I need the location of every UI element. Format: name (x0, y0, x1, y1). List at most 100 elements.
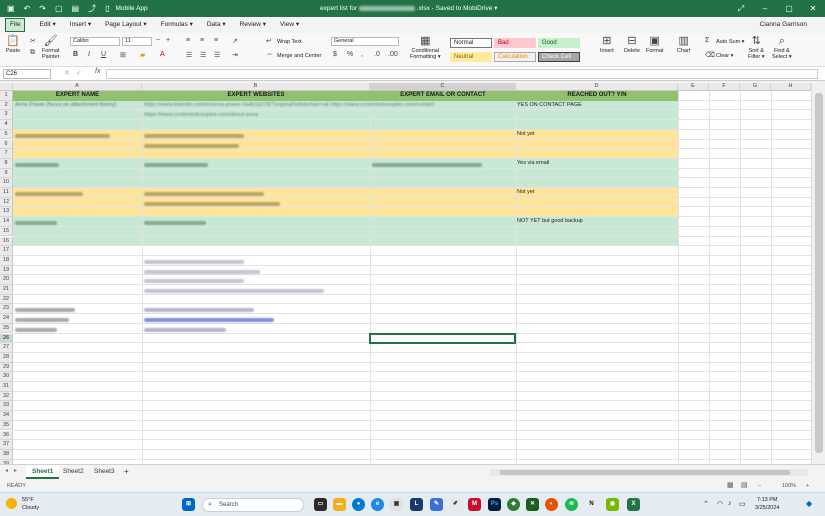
align-bottom-icon[interactable]: ≡ (214, 37, 218, 44)
l-app-icon[interactable]: L (410, 498, 423, 511)
increase-decimal-icon[interactable]: .0 (374, 51, 380, 58)
row-header-17[interactable]: 17 (0, 246, 13, 256)
row-header-24[interactable]: 24 (0, 314, 13, 324)
fill-color-icon[interactable]: ▰ (140, 51, 145, 59)
pen-app-icon[interactable]: ✎ (430, 498, 443, 511)
undo-icon[interactable]: ↶ (24, 0, 31, 17)
menu-insert[interactable]: Insert ▾ (70, 17, 91, 33)
redacted-cell-b19[interactable] (144, 270, 260, 274)
style-check-cell[interactable]: Check Cell (538, 52, 580, 62)
redacted-cell-b8[interactable] (144, 163, 208, 167)
cell-b2[interactable]: https://www.linkedin.com/in/anna-power-0… (144, 101, 502, 111)
row-header-28[interactable]: 28 (0, 352, 13, 363)
redacted-cell-b23[interactable] (144, 308, 254, 312)
taskbar-search[interactable]: ⌕ Search (202, 498, 304, 512)
redacted-cell-a11[interactable] (15, 192, 83, 196)
redo-icon[interactable]: ↷ (39, 0, 46, 17)
zoom-level[interactable]: 100% (782, 480, 796, 492)
italic-icon[interactable]: I (88, 51, 90, 58)
sheet-tab-1[interactable]: Sheet1 (26, 465, 60, 479)
column-header-g[interactable]: G (740, 83, 771, 91)
row-header-16[interactable]: 16 (0, 236, 13, 247)
user-name[interactable]: Cianna Garrison (760, 17, 807, 33)
sheet-tab-2[interactable]: Sheet2 (57, 465, 90, 479)
xbox-icon[interactable]: ✕ (526, 498, 539, 511)
row-header-22[interactable]: 22 (0, 294, 13, 305)
menu-page-layout[interactable]: Page Layout ▾ (105, 17, 147, 33)
horizontal-scroll-thumb[interactable] (500, 470, 790, 475)
cancel-icon[interactable]: ✕ (64, 69, 70, 77)
style-normal[interactable]: Normal (450, 38, 492, 48)
volume-icon[interactable]: ♪ (728, 500, 732, 507)
new-file-icon[interactable]: ▢ (55, 0, 63, 17)
cut-icon[interactable]: ✂ (30, 37, 36, 45)
sheet-tab-3[interactable]: Sheet3 (88, 465, 121, 479)
selected-cell-c26[interactable] (369, 333, 516, 344)
column-header-h[interactable]: H (771, 83, 811, 91)
row-header-1[interactable]: 1 (0, 91, 13, 101)
row-header-33[interactable]: 33 (0, 401, 13, 412)
mobile-app-label[interactable]: Mobile App (116, 5, 148, 12)
row-header-27[interactable]: 27 (0, 343, 13, 353)
bold-icon[interactable]: B (73, 51, 78, 58)
cell-a2[interactable]: Anna Power (focus on attachment theory) (15, 101, 142, 111)
redacted-cell-b21[interactable] (144, 289, 324, 293)
teams-icon[interactable]: ● (352, 498, 365, 511)
header-expert-email[interactable]: EXPERT EMAIL OR CONTACT (370, 91, 516, 101)
chart-button[interactable]: ▥ Chart (677, 35, 690, 54)
indent-icon[interactable]: ⇥ (232, 51, 238, 59)
style-good[interactable]: Good (538, 38, 580, 48)
battery-icon[interactable]: ▭ (739, 500, 746, 508)
row-header-29[interactable]: 29 (0, 362, 13, 373)
style-neutral[interactable]: Neutral (450, 52, 492, 62)
row-header-30[interactable]: 30 (0, 372, 13, 382)
menu-formulas[interactable]: Formulas ▾ (161, 17, 193, 33)
align-top-icon[interactable]: ≡ (186, 37, 190, 44)
row-header-5[interactable]: 5 (0, 129, 13, 140)
redacted-cell-a24[interactable] (15, 318, 69, 322)
align-center-icon[interactable]: ☰ (200, 51, 206, 59)
page-layout-view-icon[interactable]: ▤ (741, 480, 748, 492)
app-menu-icon[interactable]: ▣ (7, 0, 15, 17)
row-header-34[interactable]: 34 (0, 411, 13, 421)
redacted-cell-b25[interactable] (144, 328, 226, 332)
decrease-font-icon[interactable]: − (156, 37, 160, 44)
spotify-icon[interactable]: ≋ (565, 498, 578, 511)
menu-edit[interactable]: Edit ▾ (39, 17, 55, 33)
increase-font-icon[interactable]: + (166, 37, 170, 44)
align-right-icon[interactable]: ☰ (214, 51, 220, 59)
cell-d11[interactable]: Not yet (517, 188, 677, 198)
maximize-icon[interactable]: ▢ (777, 0, 801, 17)
row-header-3[interactable]: 3 (0, 110, 13, 121)
row-header-10[interactable]: 10 (0, 178, 13, 188)
mobile-app-icon[interactable]: ▯ (105, 0, 109, 17)
column-header-e[interactable]: E (678, 83, 709, 91)
style-calculation[interactable]: Calculation (494, 52, 536, 62)
row-header-37[interactable]: 37 (0, 440, 13, 450)
header-expert-name[interactable]: EXPERT NAME (13, 91, 142, 101)
menu-data[interactable]: Data ▾ (207, 17, 226, 33)
redacted-cell-b6[interactable] (144, 144, 239, 148)
redacted-cell-b20[interactable] (144, 279, 244, 283)
excel-icon[interactable]: X (627, 498, 640, 511)
conditional-formatting-button[interactable]: ▦ Conditional Formatting ▾ (410, 35, 441, 60)
column-header-a[interactable]: A (13, 83, 142, 91)
zoom-in-icon[interactable]: + (806, 480, 809, 492)
comma-icon[interactable]: , (361, 51, 363, 58)
row-header-7[interactable]: 7 (0, 149, 13, 159)
delete-cells-button[interactable]: ⊟ Delete (624, 35, 640, 54)
redacted-cell-a25[interactable] (15, 328, 57, 332)
start-icon[interactable]: ⊞ (182, 498, 195, 511)
mcafee-icon[interactable]: M (468, 498, 481, 511)
header-expert-websites[interactable]: EXPERT WEBSITES (142, 91, 370, 101)
menu-file[interactable]: File (5, 18, 26, 32)
cell-b3[interactable]: https://www.contentedcouples.com/about-a… (144, 111, 368, 121)
browser-app-icon[interactable]: ◐ (545, 498, 558, 511)
number-format-select[interactable]: General (331, 37, 399, 46)
row-header-15[interactable]: 15 (0, 226, 13, 237)
edge-icon[interactable]: e (371, 498, 384, 511)
row-header-4[interactable]: 4 (0, 120, 13, 130)
auto-sum-button[interactable]: Auto Sum ▾ (716, 39, 744, 45)
row-header-20[interactable]: 20 (0, 275, 13, 285)
notion-icon[interactable]: N (585, 498, 598, 511)
